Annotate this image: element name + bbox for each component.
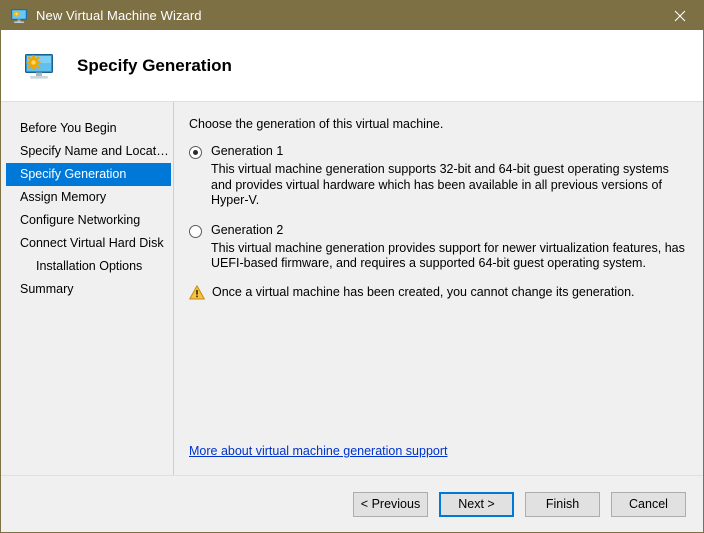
sidebar-item-installation-options[interactable]: Installation Options	[6, 255, 171, 278]
next-button[interactable]: Next >	[439, 491, 514, 517]
wizard-body: Before You Begin Specify Name and Locati…	[1, 102, 703, 475]
finish-button[interactable]: Finish	[525, 491, 600, 517]
sidebar-item-assign-memory[interactable]: Assign Memory	[6, 186, 171, 209]
wizard-step-navigation: Before You Begin Specify Name and Locati…	[1, 102, 174, 475]
sidebar-item-specify-generation[interactable]: Specify Generation	[6, 163, 171, 186]
close-icon[interactable]	[657, 1, 703, 30]
page-title: Specify Generation	[77, 55, 232, 75]
generation-2-option-block: Generation 2 This virtual machine genera…	[189, 223, 687, 272]
virtual-machine-monitor-icon	[23, 50, 55, 82]
wizard-footer: < Previous Next > Finish Cancel	[1, 475, 703, 532]
generation-1-radio[interactable]	[189, 146, 202, 159]
sidebar-item-before-you-begin[interactable]: Before You Begin	[6, 117, 171, 140]
generation-2-label: Generation 2	[211, 222, 284, 237]
previous-button[interactable]: < Previous	[353, 491, 428, 517]
generation-warning: Once a virtual machine has been created,…	[189, 285, 687, 300]
sidebar-item-configure-networking[interactable]: Configure Networking	[6, 209, 171, 232]
generation-1-description: This virtual machine generation supports…	[211, 162, 669, 207]
generation-1-label: Generation 1	[211, 144, 284, 158]
generation-1-radio-row[interactable]: Generation 1	[189, 144, 687, 159]
window-title: New Virtual Machine Wizard	[36, 8, 202, 23]
new-virtual-machine-wizard-window: New Virtual Machine Wizard Specify Gener…	[0, 0, 704, 533]
sidebar-item-connect-virtual-hard-disk[interactable]: Connect Virtual Hard Disk	[6, 232, 171, 255]
cancel-button[interactable]: Cancel	[611, 491, 686, 517]
intro-text: Choose the generation of this virtual ma…	[189, 117, 444, 131]
generation-2-description: This virtual machine generation provides…	[211, 240, 685, 271]
generation-2-radio[interactable]	[189, 224, 202, 238]
virtual-machine-monitor-icon	[11, 8, 27, 24]
warning-text: Once a virtual machine has been created,…	[212, 284, 635, 299]
wizard-content-panel: Choose the generation of this virtual ma…	[174, 102, 703, 475]
generation-2-radio-row[interactable]: Generation 2	[189, 223, 687, 238]
page-header: Specify Generation	[1, 30, 703, 102]
generation-1-option-block: Generation 1 This virtual machine genera…	[189, 144, 687, 209]
more-about-generation-support-link[interactable]: More about virtual machine generation su…	[189, 444, 447, 458]
sidebar-item-summary[interactable]: Summary	[6, 278, 171, 301]
title-bar: New Virtual Machine Wizard	[1, 1, 703, 30]
warning-triangle-icon	[189, 284, 205, 300]
sidebar-item-specify-name-and-location[interactable]: Specify Name and Location	[6, 140, 171, 163]
